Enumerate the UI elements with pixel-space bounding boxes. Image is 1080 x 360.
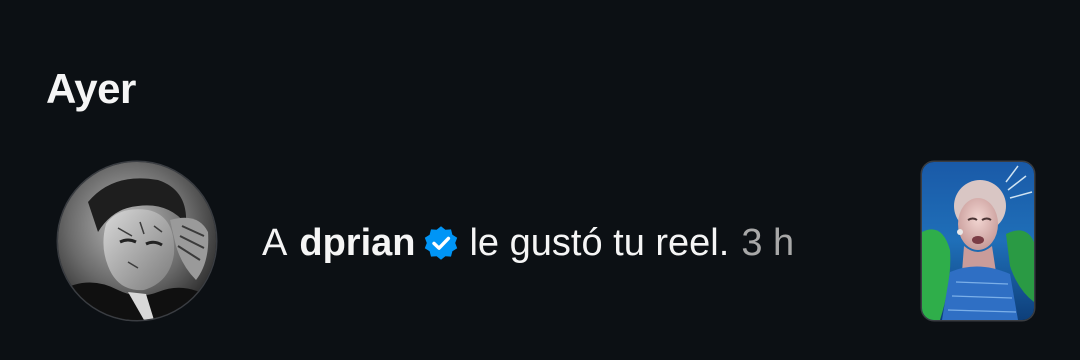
- reel-thumbnail-icon: [922, 162, 1034, 320]
- notification-time: 3 h: [741, 222, 795, 264]
- activity-page: Ayer A dprian le gustó tu reel. 3 h: [0, 0, 1080, 360]
- verified-badge-icon: [421, 223, 461, 263]
- reel-thumbnail[interactable]: [922, 162, 1034, 320]
- user-avatar[interactable]: [58, 162, 216, 320]
- notification-prefix: A: [262, 222, 288, 264]
- notification-action: le gustó tu reel.: [469, 222, 730, 264]
- section-title: Ayer: [46, 65, 136, 112]
- notification-text: A dprian le gustó tu reel. 3 h: [262, 218, 794, 268]
- notification-username[interactable]: dprian: [299, 218, 415, 268]
- avatar-photo-icon: [58, 162, 216, 320]
- notification-row[interactable]: A dprian le gustó tu reel. 3 h: [0, 160, 1080, 322]
